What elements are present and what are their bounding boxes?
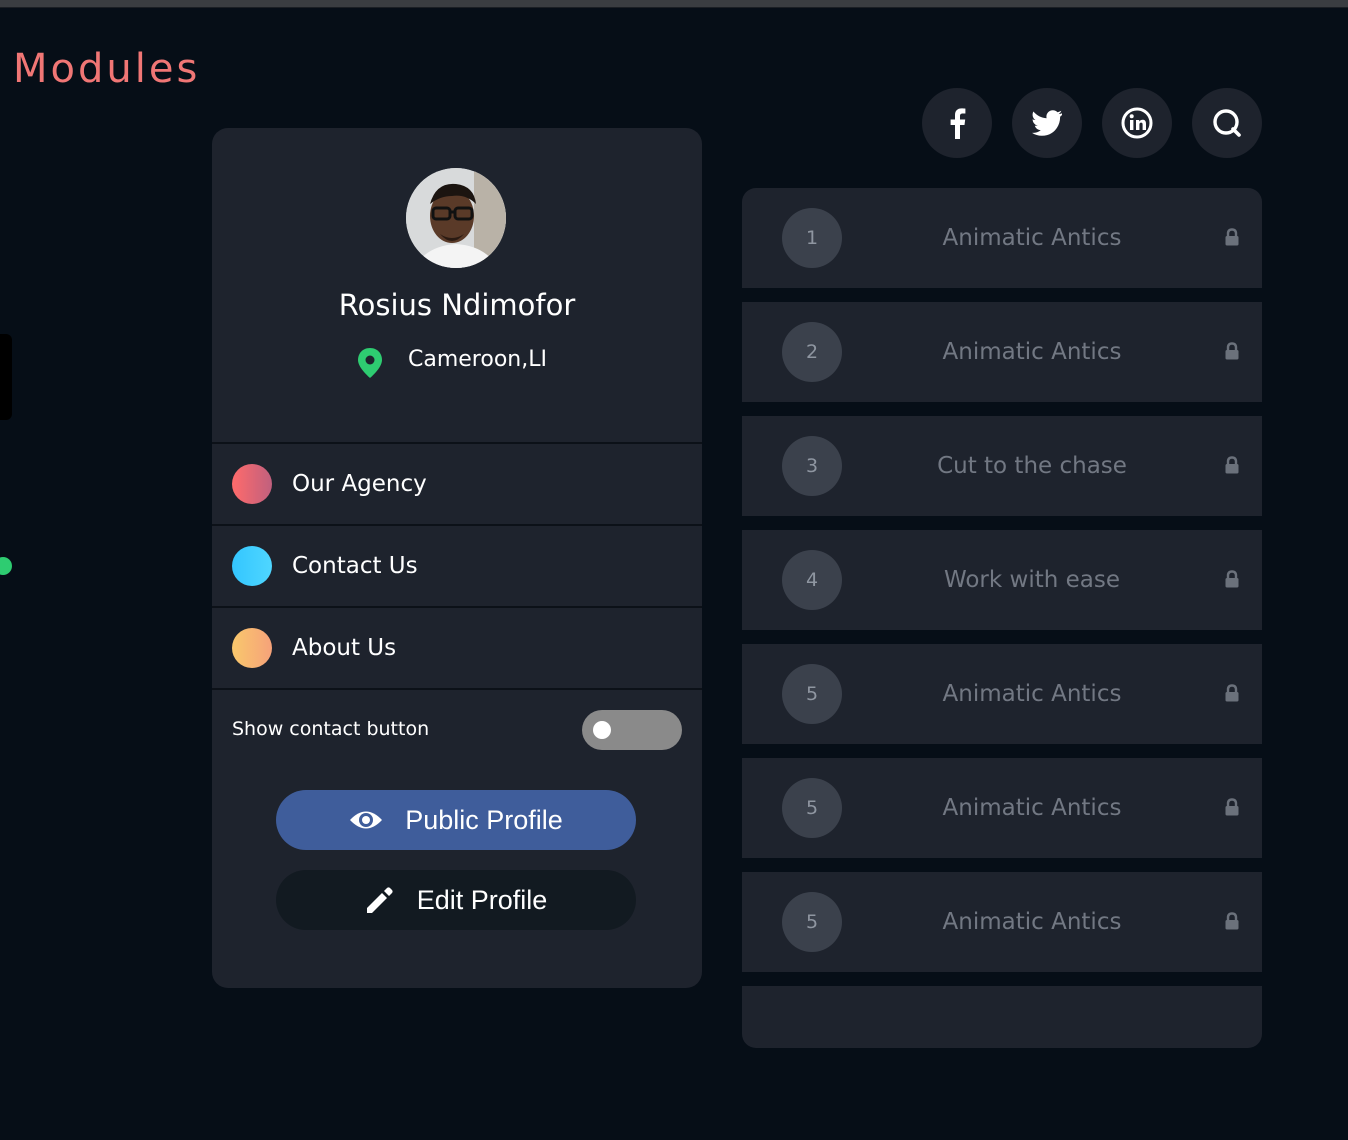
profile-location: Cameroon,LI (408, 347, 547, 372)
module-title: Animatic Antics (942, 681, 1122, 707)
lock-icon (1225, 570, 1239, 588)
module-title: Animatic Antics (942, 795, 1122, 821)
facebook-button[interactable] (922, 88, 992, 158)
search-icon (1213, 109, 1241, 137)
menu-divider (212, 688, 702, 690)
avatar (406, 168, 506, 268)
module-number: 3 (782, 436, 842, 496)
module-number: 5 (782, 892, 842, 952)
module-item[interactable]: 4 Work with ease (742, 530, 1262, 630)
module-item[interactable]: 5 Animatic Antics (742, 758, 1262, 858)
menu-item-our-agency[interactable]: Our Agency (212, 442, 702, 524)
lock-icon (1225, 684, 1239, 702)
module-number: 2 (782, 322, 842, 382)
module-item[interactable]: 5 Animatic Antics (742, 872, 1262, 972)
menu-item-label: Our Agency (292, 471, 427, 497)
lock-icon (1225, 798, 1239, 816)
search-button[interactable] (1192, 88, 1262, 158)
module-item[interactable]: 3 Cut to the chase (742, 416, 1262, 516)
module-item[interactable]: 1 Animatic Antics (742, 188, 1262, 288)
module-number: 5 (782, 664, 842, 724)
module-number: 5 (782, 778, 842, 838)
profile-card: Rosius Ndimofor Cameroon,LI Our Agency C… (212, 128, 702, 988)
public-profile-label: Public Profile (405, 804, 563, 835)
menu-item-label: Contact Us (292, 553, 418, 579)
page-title: Modules (13, 46, 201, 92)
module-number: 4 (782, 550, 842, 610)
menu-dot-about-us (232, 628, 272, 668)
facebook-icon (950, 108, 966, 139)
pencil-icon (366, 887, 393, 913)
status-dot (0, 557, 12, 575)
lock-icon (1225, 228, 1239, 246)
contact-toggle-switch[interactable] (582, 710, 682, 750)
twitter-icon (1032, 110, 1062, 136)
eye-icon (350, 811, 383, 829)
public-profile-button[interactable]: Public Profile (276, 790, 636, 850)
module-item[interactable]: 2 Animatic Antics (742, 302, 1262, 402)
linkedin-icon (1121, 107, 1153, 139)
edit-profile-label: Edit Profile (416, 884, 548, 915)
module-title: Animatic Antics (942, 339, 1122, 365)
menu-item-label: About Us (292, 635, 397, 661)
menu-dot-contact-us (232, 546, 272, 586)
twitter-button[interactable] (1012, 88, 1082, 158)
module-title: Cut to the chase (937, 453, 1127, 479)
menu-item-contact-us[interactable]: Contact Us (212, 524, 702, 606)
lock-icon (1225, 912, 1239, 930)
module-number: 1 (782, 208, 842, 268)
linkedin-button[interactable] (1102, 88, 1172, 158)
module-title: Animatic Antics (942, 909, 1122, 935)
lock-icon (1225, 342, 1239, 360)
module-title: Work with ease (943, 567, 1121, 593)
modules-list-footer (742, 986, 1262, 1048)
toggle-knob (593, 721, 611, 739)
contact-toggle-label: Show contact button (232, 718, 430, 740)
location-pin-icon (358, 348, 382, 378)
edit-profile-button[interactable]: Edit Profile (276, 870, 636, 930)
lock-icon (1225, 456, 1239, 474)
menu-dot-our-agency (232, 464, 272, 504)
window-top-bar (0, 0, 1348, 8)
module-title: Animatic Antics (942, 225, 1122, 251)
side-drawer-handle[interactable] (0, 334, 12, 420)
module-item[interactable]: 5 Animatic Antics (742, 644, 1262, 744)
profile-name: Rosius Ndimofor (338, 288, 576, 322)
profile-menu: Our Agency Contact Us About Us (212, 442, 702, 690)
menu-item-about-us[interactable]: About Us (212, 606, 702, 688)
